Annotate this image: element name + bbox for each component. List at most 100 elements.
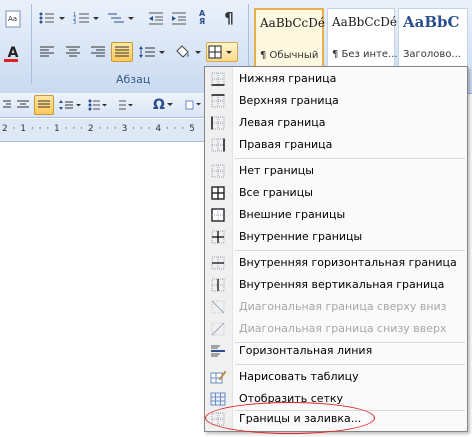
ruler[interactable]: 2 · 1 · · · 1 · · · 2 · · · 3 · · · 4 · … — [0, 119, 205, 142]
border-inside-icon — [210, 229, 226, 245]
style-name: Заголово... — [403, 49, 461, 60]
align-center-icon — [66, 46, 80, 57]
view-gridlines-icon — [210, 391, 226, 407]
bullets-icon — [88, 99, 107, 111]
style-name: ¶ Без инте... — [332, 49, 398, 60]
border-none-icon — [210, 163, 226, 179]
menu-item-horizontal-line[interactable]: Горизонтальная линия — [205, 340, 467, 362]
border-top-icon — [210, 93, 226, 109]
style-sample: AaBbC — [403, 13, 460, 31]
border-bottom-icon — [210, 71, 226, 87]
font-color-button[interactable]: A — [0, 42, 26, 64]
increase-indent-button[interactable] — [168, 8, 190, 28]
line-spacing-button[interactable] — [136, 42, 168, 62]
sort-button[interactable]: АЯ — [192, 8, 214, 28]
menu-item-draw-table[interactable]: Нарисовать таблицу — [205, 366, 467, 388]
svg-text:3: 3 — [73, 20, 76, 25]
style-sample: AaBbCcDé — [260, 16, 325, 30]
paint-bucket-icon — [176, 45, 201, 58]
decrease-indent-icon — [149, 12, 163, 25]
diagonal-down-border-icon — [210, 299, 226, 315]
menu-item-label: Горизонтальная линия — [239, 344, 373, 357]
justify-icon — [38, 100, 50, 108]
draw-table-icon — [210, 369, 226, 385]
special-characters-icon — [185, 100, 201, 110]
border-left-icon — [210, 115, 226, 131]
align-right-icon — [3, 100, 11, 108]
sort-icon: АЯ — [199, 9, 206, 26]
numbering-icon — [119, 100, 133, 110]
numbering-icon: 123 — [73, 12, 99, 25]
justify-icon — [115, 46, 129, 57]
menu-separator — [235, 250, 465, 251]
border-all-icon — [208, 45, 232, 59]
numbering-button[interactable]: 123 — [72, 8, 104, 28]
style-no-spacing[interactable]: AaBbCcDé ¶ Без инте... — [327, 8, 398, 68]
style-name: ¶ Обычный — [260, 50, 319, 61]
menu-item-right-border[interactable]: Правая граница — [205, 134, 467, 156]
menu-item-no-border[interactable]: Нет границы — [205, 160, 467, 182]
align-left-icon — [40, 46, 54, 57]
style-normal[interactable]: AaBbCcDé ¶ Обычный — [254, 8, 325, 68]
border-inside-horizontal-icon — [210, 255, 226, 271]
menu-item-label: Правая граница — [239, 138, 333, 151]
menu-item-inside-vertical-border[interactable]: Внутренняя вертикальная граница — [205, 274, 467, 296]
borders-dropdown-menu: Нижняя граница Верхняя граница Левая гра… — [204, 66, 468, 432]
menu-item-left-border[interactable]: Левая граница — [205, 112, 467, 134]
menu-separator — [235, 158, 465, 159]
menu-item-label: Левая граница — [239, 116, 326, 129]
align-center-mini-button[interactable] — [14, 95, 32, 115]
menu-item-top-border[interactable]: Верхняя граница — [205, 90, 467, 112]
special-characters-button[interactable] — [182, 95, 204, 115]
omega-icon: Ω — [153, 97, 165, 113]
menu-item-label: Внутренняя горизонтальная граница — [239, 256, 457, 269]
paragraph-group-label: Абзац — [116, 73, 151, 86]
borders-button[interactable] — [206, 42, 238, 62]
menu-item-label: Диагональная граница снизу вверх — [239, 322, 447, 335]
justify-button[interactable] — [111, 42, 133, 62]
border-inside-vertical-icon — [210, 277, 226, 293]
menu-item-label: Нет границы — [239, 164, 314, 177]
align-left-button[interactable] — [36, 42, 58, 62]
menu-item-label: Нижняя граница — [239, 72, 337, 85]
bullets-icon — [39, 12, 65, 24]
multilevel-list-icon — [108, 13, 134, 23]
secondary-toolbar: Ω — [0, 93, 205, 118]
menu-item-outside-borders[interactable]: Внешние границы — [205, 204, 467, 226]
change-case-button[interactable]: Aa — [2, 6, 24, 32]
menu-item-diagonal-down-border[interactable]: Диагональная граница сверху вниз — [205, 296, 467, 318]
line-spacing-icon — [59, 100, 81, 110]
insert-symbol-button[interactable]: Ω — [150, 95, 178, 115]
numbering-mini-button[interactable] — [112, 95, 136, 115]
bullets-mini-button[interactable] — [86, 95, 110, 115]
shading-button[interactable] — [172, 42, 204, 62]
menu-item-label: Верхняя граница — [239, 94, 339, 107]
align-right-icon — [91, 46, 105, 57]
border-outside-icon — [210, 207, 226, 223]
align-right-mini-button[interactable] — [2, 95, 12, 115]
style-heading1[interactable]: AaBbC Заголово... — [398, 8, 468, 68]
diagonal-up-border-icon — [210, 321, 226, 337]
show-formatting-button[interactable]: ¶ — [218, 8, 240, 28]
menu-separator — [235, 364, 465, 365]
menu-item-bottom-border[interactable]: Нижняя граница — [205, 68, 467, 90]
decrease-indent-button[interactable] — [145, 8, 167, 28]
multilevel-list-button[interactable] — [106, 8, 138, 28]
menu-item-inside-borders[interactable]: Внутренние границы — [205, 226, 467, 248]
menu-item-diagonal-up-border[interactable]: Диагональная граница снизу вверх — [205, 318, 467, 340]
annotation-ellipse — [205, 402, 375, 434]
menu-item-label: Диагональная граница сверху вниз — [239, 300, 447, 313]
horizontal-line-icon — [210, 343, 226, 359]
border-all-icon — [210, 185, 226, 201]
menu-item-all-borders[interactable]: Все границы — [205, 182, 467, 204]
menu-item-inside-horizontal-border[interactable]: Внутренняя горизонтальная граница — [205, 252, 467, 274]
align-right-button[interactable] — [87, 42, 109, 62]
pilcrow-icon: ¶ — [224, 9, 234, 27]
line-spacing-mini-button[interactable] — [56, 95, 84, 115]
bullets-button[interactable] — [36, 8, 70, 28]
align-center-button[interactable] — [62, 42, 84, 62]
menu-item-label: Внешние границы — [239, 208, 346, 221]
svg-text:Aa: Aa — [8, 15, 17, 23]
border-right-icon — [210, 137, 226, 153]
justify-mini-button[interactable] — [34, 95, 54, 115]
